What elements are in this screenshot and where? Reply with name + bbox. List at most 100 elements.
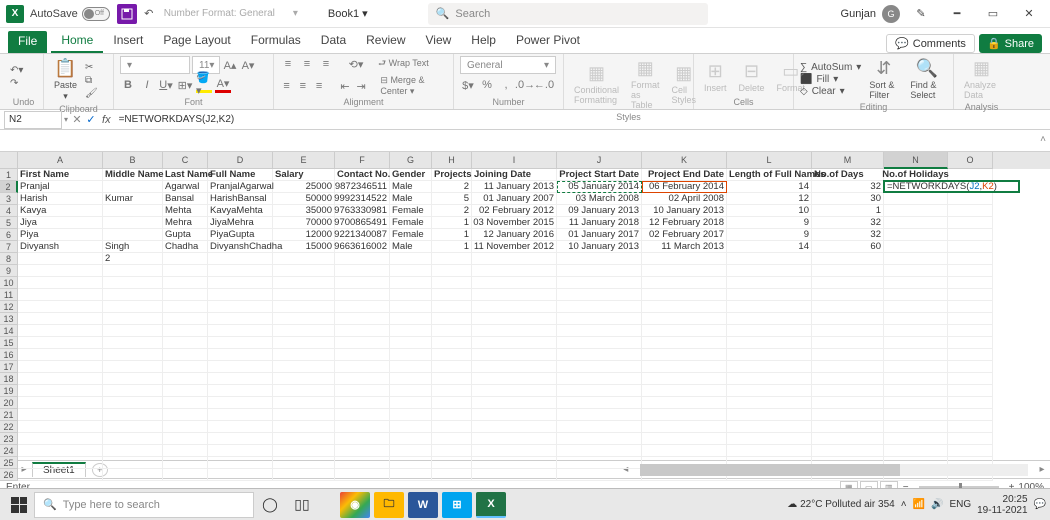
cell[interactable] xyxy=(163,325,208,337)
col-header-K[interactable]: K xyxy=(642,152,727,169)
cell[interactable] xyxy=(472,385,557,397)
cell[interactable] xyxy=(18,409,103,421)
row-header[interactable]: 9 xyxy=(0,265,18,277)
cell[interactable] xyxy=(727,313,812,325)
cell[interactable]: 14 xyxy=(727,241,812,253)
cell[interactable] xyxy=(163,421,208,433)
row-header[interactable]: 26 xyxy=(0,469,18,481)
cell[interactable] xyxy=(390,349,432,361)
cell[interactable] xyxy=(948,265,993,277)
cell[interactable] xyxy=(727,433,812,445)
row-header[interactable]: 4 xyxy=(0,205,18,217)
cell[interactable]: 50000 xyxy=(273,193,335,205)
italic-icon[interactable]: I xyxy=(139,77,155,93)
cell[interactable]: Last Name xyxy=(163,169,208,181)
cell[interactable]: 9221340087 xyxy=(335,229,390,241)
cell[interactable] xyxy=(884,373,948,385)
cell[interactable] xyxy=(18,349,103,361)
cell[interactable] xyxy=(948,277,993,289)
cell[interactable] xyxy=(163,457,208,469)
format-as-table-button[interactable]: ▦Format as Table xyxy=(627,56,664,112)
cell[interactable] xyxy=(390,445,432,457)
cell[interactable]: 01 January 2017 xyxy=(557,229,642,241)
cell[interactable]: 02 April 2008 xyxy=(642,193,727,205)
cell[interactable] xyxy=(18,313,103,325)
cell[interactable] xyxy=(948,313,993,325)
cell[interactable] xyxy=(163,349,208,361)
cell[interactable] xyxy=(208,397,273,409)
cell[interactable] xyxy=(727,337,812,349)
cell[interactable] xyxy=(208,277,273,289)
cell[interactable] xyxy=(18,397,103,409)
cell[interactable] xyxy=(390,385,432,397)
cell[interactable] xyxy=(557,445,642,457)
row-header[interactable]: 22 xyxy=(0,421,18,433)
cell[interactable]: Gupta xyxy=(163,229,208,241)
wrap-text-button[interactable]: ⮐ Wrap Text xyxy=(378,56,429,72)
cell[interactable] xyxy=(335,469,390,481)
cell[interactable]: Jiya xyxy=(18,217,103,229)
cell[interactable] xyxy=(557,301,642,313)
cell[interactable]: Chadha xyxy=(163,241,208,253)
cell[interactable] xyxy=(103,217,163,229)
col-header-H[interactable]: H xyxy=(432,152,472,169)
cell[interactable] xyxy=(432,397,472,409)
cell[interactable] xyxy=(727,289,812,301)
cell[interactable]: Projects xyxy=(432,169,472,181)
cell[interactable] xyxy=(103,301,163,313)
increase-font-icon[interactable]: A▴ xyxy=(222,57,238,73)
cell[interactable]: 2 xyxy=(432,181,472,193)
cell[interactable] xyxy=(948,409,993,421)
cell[interactable] xyxy=(727,361,812,373)
cell[interactable] xyxy=(727,373,812,385)
cell[interactable] xyxy=(103,289,163,301)
cell[interactable] xyxy=(273,277,335,289)
cell[interactable] xyxy=(335,445,390,457)
cell[interactable]: 32 xyxy=(812,229,884,241)
cell[interactable]: 60 xyxy=(812,241,884,253)
cell[interactable] xyxy=(18,253,103,265)
cell[interactable] xyxy=(642,397,727,409)
cell[interactable] xyxy=(103,373,163,385)
cell[interactable] xyxy=(472,265,557,277)
cell[interactable] xyxy=(812,373,884,385)
cell[interactable] xyxy=(208,349,273,361)
search-box[interactable]: 🔍 Search xyxy=(428,3,708,25)
cell[interactable] xyxy=(948,289,993,301)
comma-icon[interactable]: , xyxy=(498,77,514,93)
bold-icon[interactable]: B xyxy=(120,77,136,93)
cell[interactable] xyxy=(18,337,103,349)
cell[interactable] xyxy=(727,445,812,457)
cell[interactable] xyxy=(432,349,472,361)
cell[interactable] xyxy=(335,385,390,397)
cell[interactable] xyxy=(208,433,273,445)
cell[interactable] xyxy=(948,229,993,241)
cell[interactable] xyxy=(472,301,557,313)
cell[interactable] xyxy=(390,325,432,337)
cell[interactable] xyxy=(335,313,390,325)
cell[interactable]: Mehra xyxy=(163,217,208,229)
col-header-C[interactable]: C xyxy=(163,152,208,169)
cell[interactable] xyxy=(727,265,812,277)
cell[interactable] xyxy=(163,397,208,409)
cell[interactable] xyxy=(472,277,557,289)
tab-insert[interactable]: Insert xyxy=(103,29,153,53)
col-header-B[interactable]: B xyxy=(103,152,163,169)
tab-page-layout[interactable]: Page Layout xyxy=(153,29,240,53)
cell[interactable]: Kavya xyxy=(18,205,103,217)
cell[interactable] xyxy=(948,361,993,373)
cell[interactable]: 12 January 2016 xyxy=(472,229,557,241)
cell[interactable] xyxy=(948,253,993,265)
cell[interactable] xyxy=(812,349,884,361)
cell[interactable] xyxy=(884,301,948,313)
clock[interactable]: 20:2519-11-2021 xyxy=(977,494,1027,516)
cell[interactable] xyxy=(103,361,163,373)
cell[interactable] xyxy=(557,337,642,349)
cell[interactable] xyxy=(103,337,163,349)
cell[interactable] xyxy=(557,253,642,265)
cell[interactable] xyxy=(208,385,273,397)
cell[interactable]: DivyanshChadha xyxy=(208,241,273,253)
store-icon[interactable]: ⊞ xyxy=(442,492,472,518)
cell[interactable] xyxy=(557,373,642,385)
cell[interactable] xyxy=(472,469,557,481)
